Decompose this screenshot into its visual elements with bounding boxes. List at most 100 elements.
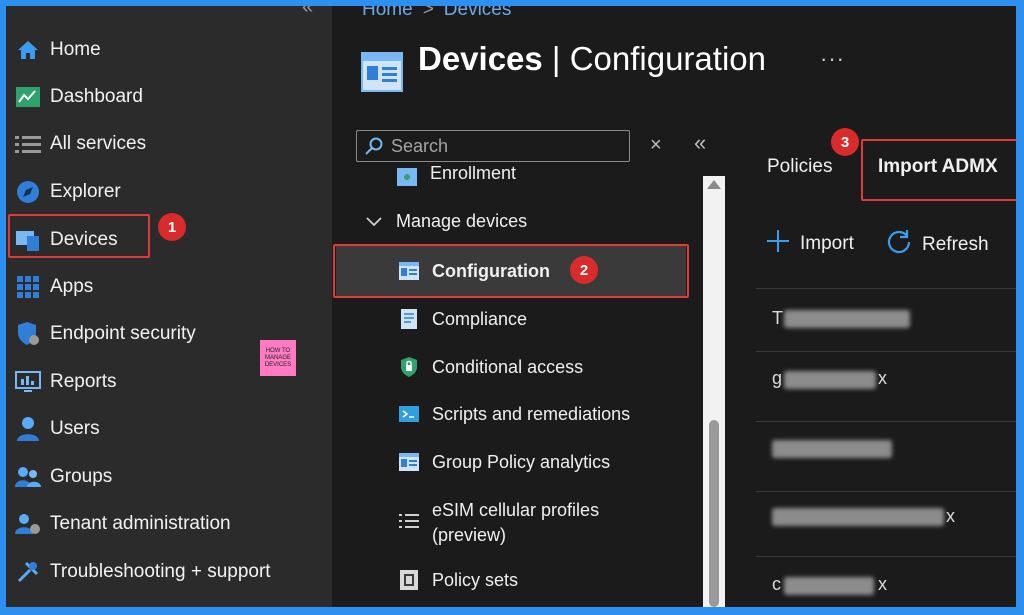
page-title-configuration: Configuration (569, 40, 766, 77)
reports-icon (14, 368, 42, 396)
redacted-row-name[interactable] (784, 371, 876, 389)
menu-item-esim[interactable]: eSIM cellular profiles (preview) (398, 498, 599, 548)
collapse-nav-button[interactable]: « (302, 6, 313, 19)
menu-item-label: Group Policy analytics (432, 451, 611, 472)
list-icon (14, 130, 42, 158)
menu-item-label: Conditional access (432, 356, 584, 377)
nav-item-dashboard[interactable]: Dashboard (14, 77, 143, 117)
menu-item-sublabel: (preview) (432, 525, 507, 545)
nav-item-label: Groups (50, 466, 113, 487)
app-frame: « Home Dashboard All services Explorer D… (6, 6, 1016, 607)
redacted-row-name[interactable] (784, 310, 910, 328)
row-text-tail: x (878, 574, 887, 594)
menu-scrollbar[interactable] (703, 176, 725, 607)
menu-item-label: Enrollment (430, 166, 517, 183)
enrollment-icon (396, 166, 418, 188)
highlight-box-devices (8, 214, 150, 258)
explorer-icon (14, 178, 42, 206)
row-divider (756, 556, 1016, 557)
row-divider (756, 491, 1016, 492)
clear-search-button[interactable]: × (650, 134, 662, 157)
menu-item-label: eSIM cellular profiles (432, 500, 600, 520)
nav-item-explorer[interactable]: Explorer (14, 172, 121, 212)
row-divider (756, 288, 1016, 289)
nav-item-label: Home (50, 39, 101, 60)
nav-item-users[interactable]: Users (14, 409, 100, 449)
row-divider (756, 421, 1016, 422)
search-placeholder: Search (391, 135, 449, 156)
refresh-label: Refresh (922, 234, 989, 255)
esim-label-block: eSIM cellular profiles (preview) (432, 498, 599, 548)
logo-text-line: HOW TO (265, 347, 291, 354)
scroll-up-arrow-icon[interactable] (707, 180, 721, 189)
menu-group-manage-devices[interactable]: Manage devices (366, 211, 527, 232)
row-text-tail: x (946, 506, 955, 526)
configuration-page-icon (361, 52, 403, 92)
wrench-icon (14, 558, 42, 586)
redacted-row-name[interactable] (772, 440, 892, 458)
nav-item-label: Tenant administration (50, 513, 231, 534)
tenant-admin-icon (14, 510, 42, 538)
menu-item-compliance[interactable]: Compliance (398, 308, 527, 330)
nav-item-label: All services (50, 133, 147, 154)
nav-item-label: Reports (50, 371, 117, 392)
nav-item-label: Dashboard (50, 86, 143, 107)
refresh-button[interactable]: Refresh (886, 229, 989, 261)
step-badge-1: 1 (158, 213, 186, 241)
nav-item-groups[interactable]: Groups (14, 457, 112, 497)
nav-item-label: Apps (50, 276, 94, 297)
policy-sets-icon (398, 569, 420, 591)
import-label: Import (800, 233, 854, 254)
search-icon (365, 137, 383, 155)
row-text-tail: x (878, 368, 887, 388)
nav-item-reports[interactable]: Reports (14, 362, 117, 402)
nav-item-all-services[interactable]: All services (14, 124, 146, 164)
brand-logo: HOW TO MANAGE DEVICES (260, 340, 296, 376)
refresh-icon (886, 229, 912, 261)
shield-icon (14, 320, 42, 348)
analytics-icon (398, 451, 420, 473)
row-text-lead: c (772, 574, 781, 594)
menu-item-policy-sets[interactable]: Policy sets (398, 569, 518, 591)
left-navigation: « Home Dashboard All services Explorer D… (6, 6, 332, 607)
breadcrumb-separator: > (422, 6, 434, 20)
chevron-down-icon (366, 211, 382, 232)
breadcrumb-home[interactable]: Home (362, 6, 413, 20)
logo-text-line: DEVICES (264, 361, 292, 368)
redacted-row-name[interactable] (772, 508, 944, 526)
row-text-lead: g (772, 368, 783, 388)
nav-item-label: Explorer (50, 181, 121, 202)
nav-item-apps[interactable]: Apps (14, 267, 93, 307)
logo-text-line: MANAGE (264, 354, 291, 361)
breadcrumb: Home > Devices (362, 6, 511, 21)
script-icon (398, 403, 420, 425)
nav-item-tenant-administration[interactable]: Tenant administration (14, 504, 231, 544)
redacted-row-name[interactable] (784, 577, 874, 595)
scroll-thumb[interactable] (709, 420, 719, 607)
menu-item-label: Policy sets (432, 569, 519, 590)
nav-item-label: Users (50, 418, 100, 439)
breadcrumb-devices[interactable]: Devices (444, 6, 512, 20)
collapse-menu-button[interactable]: « (694, 130, 706, 156)
step-badge-2: 2 (570, 256, 598, 284)
step-badge-3: 3 (831, 128, 859, 156)
highlight-box-import-admx (861, 139, 1016, 201)
nav-item-troubleshooting[interactable]: Troubleshooting + support (14, 552, 271, 592)
menu-item-conditional-access[interactable]: Conditional access (398, 356, 583, 378)
more-options-button[interactable]: ··· (820, 46, 845, 72)
page-title: Devices | Configuration (418, 40, 766, 78)
tab-policies[interactable]: Policies (767, 156, 832, 178)
home-icon (14, 36, 42, 64)
user-icon (14, 415, 42, 443)
highlight-box-configuration (333, 244, 689, 298)
search-input[interactable]: Search (356, 130, 630, 162)
import-button[interactable]: Import (766, 229, 854, 259)
nav-item-home[interactable]: Home (14, 30, 101, 70)
menu-item-group-policy-analytics[interactable]: Group Policy analytics (398, 451, 610, 473)
menu-item-scripts[interactable]: Scripts and remediations (398, 403, 630, 425)
apps-icon (14, 273, 42, 301)
esim-icon (398, 510, 420, 532)
nav-item-endpoint-security[interactable]: Endpoint security (14, 314, 196, 354)
nav-item-label: Troubleshooting + support (50, 561, 271, 582)
menu-item-enrollment[interactable]: Enrollment (396, 166, 516, 188)
